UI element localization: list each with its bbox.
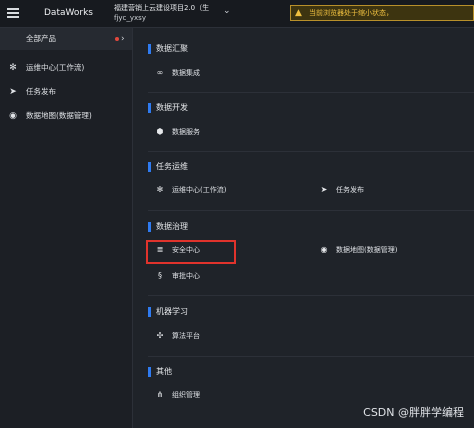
security-icon: ≣ (156, 245, 164, 254)
project-id: fjyc_yxsy (114, 14, 146, 22)
product-ops-center[interactable]: ✻ 运维中心(工作流) (154, 183, 227, 197)
product-label: 数据服务 (172, 128, 200, 136)
section-title: 数据治理 (148, 221, 188, 233)
section-title: 任务运维 (148, 161, 188, 173)
product-label: 组织管理 (172, 391, 200, 399)
section-title: 其他 (148, 366, 172, 378)
send-icon: ➤ (320, 185, 328, 194)
section-title: 数据开发 (148, 102, 188, 114)
sidebar-item-label: 数据地图(数据管理) (26, 111, 92, 120)
section-data-aggregation: 数据汇聚 (148, 43, 188, 55)
divider (148, 210, 474, 211)
sidebar-item-data-map[interactable]: ◉ 数据地图(数据管理) (0, 104, 132, 128)
sidebar-item-label: 运维中心(工作流) (26, 63, 85, 72)
section-data-governance: 数据治理 (148, 221, 188, 233)
section-others: 其他 (148, 366, 172, 378)
product-label: 运维中心(工作流) (172, 186, 227, 194)
top-bar: DataWorks 福建营销上云建设项目2.0（生 fjyc_yxsy ⌄ ▲ … (0, 0, 474, 28)
product-task-publish[interactable]: ➤ 任务发布 (318, 183, 364, 197)
product-catalog: 数据汇聚 ∞ 数据集成 数据开发 ⬢ 数据服务 任务运维 ✻ 运维中心(工作流)… (134, 28, 474, 428)
product-algorithm-platform[interactable]: ✣ 算法平台 (154, 329, 200, 343)
map-icon: ◉ (320, 245, 328, 254)
product-organization-management[interactable]: ⋔ 组织管理 (154, 388, 200, 402)
approval-icon: § (158, 271, 162, 280)
chevron-right-icon: › (121, 34, 125, 44)
gear-icon: ✻ (156, 185, 164, 194)
brand-title[interactable]: DataWorks (44, 8, 93, 18)
section-title: 机器学习 (148, 306, 188, 318)
section-title: 数据汇聚 (148, 43, 188, 55)
section-machine-learning: 机器学习 (148, 306, 188, 318)
product-approval-center[interactable]: § 审批中心 (154, 269, 200, 283)
browser-zoom-warning: ▲ 当前浏览器处于缩小状态， (290, 5, 474, 21)
gear-icon: ✻ (9, 63, 17, 73)
menu-icon[interactable] (7, 8, 19, 18)
sidebar-item-label: 任务发布 (26, 87, 56, 96)
notification-dot (115, 37, 119, 41)
divider (148, 295, 474, 296)
algorithm-icon: ✣ (156, 331, 164, 340)
product-data-service[interactable]: ⬢ 数据服务 (154, 125, 201, 139)
project-selector[interactable]: 福建营销上云建设项目2.0（生 fjyc_yxsy (114, 3, 224, 23)
sidebar-item-ops-center[interactable]: ✻ 运维中心(工作流) (0, 56, 132, 80)
send-icon: ➤ (9, 87, 17, 97)
project-name: 福建营销上云建设项目2.0（生 (114, 4, 210, 12)
product-label: 审批中心 (172, 272, 200, 280)
watermark: CSDN @胖胖学编程 (363, 406, 464, 419)
warning-icon: ▲ (295, 8, 302, 18)
divider (148, 92, 474, 93)
service-icon: ⬢ (156, 127, 164, 136)
product-label: 算法平台 (172, 332, 200, 340)
product-label: 数据地图(数据管理) (336, 246, 398, 254)
integration-icon: ∞ (156, 68, 164, 77)
all-products-toggle[interactable]: 全部产品 › (0, 28, 132, 50)
section-data-development: 数据开发 (148, 102, 188, 114)
product-data-map[interactable]: ◉ 数据地图(数据管理) (318, 243, 398, 257)
sidebar-item-task-publish[interactable]: ➤ 任务发布 (0, 80, 132, 104)
chevron-down-icon[interactable]: ⌄ (223, 6, 231, 16)
divider (148, 151, 474, 152)
product-label: 数据集成 (172, 69, 200, 77)
map-icon: ◉ (9, 111, 17, 121)
sidebar: 全部产品 › ✻ 运维中心(工作流) ➤ 任务发布 ◉ 数据地图(数据管理) (0, 28, 133, 428)
all-products-label: 全部产品 (26, 34, 56, 43)
product-data-integration[interactable]: ∞ 数据集成 (154, 66, 200, 80)
product-label: 任务发布 (336, 186, 364, 194)
organization-icon: ⋔ (156, 390, 164, 399)
divider (148, 356, 474, 357)
product-label: 安全中心 (172, 246, 200, 254)
section-task-ops: 任务运维 (148, 161, 188, 173)
warning-text: 当前浏览器处于缩小状态， (309, 9, 393, 17)
product-security-center[interactable]: ≣ 安全中心 (154, 243, 200, 257)
